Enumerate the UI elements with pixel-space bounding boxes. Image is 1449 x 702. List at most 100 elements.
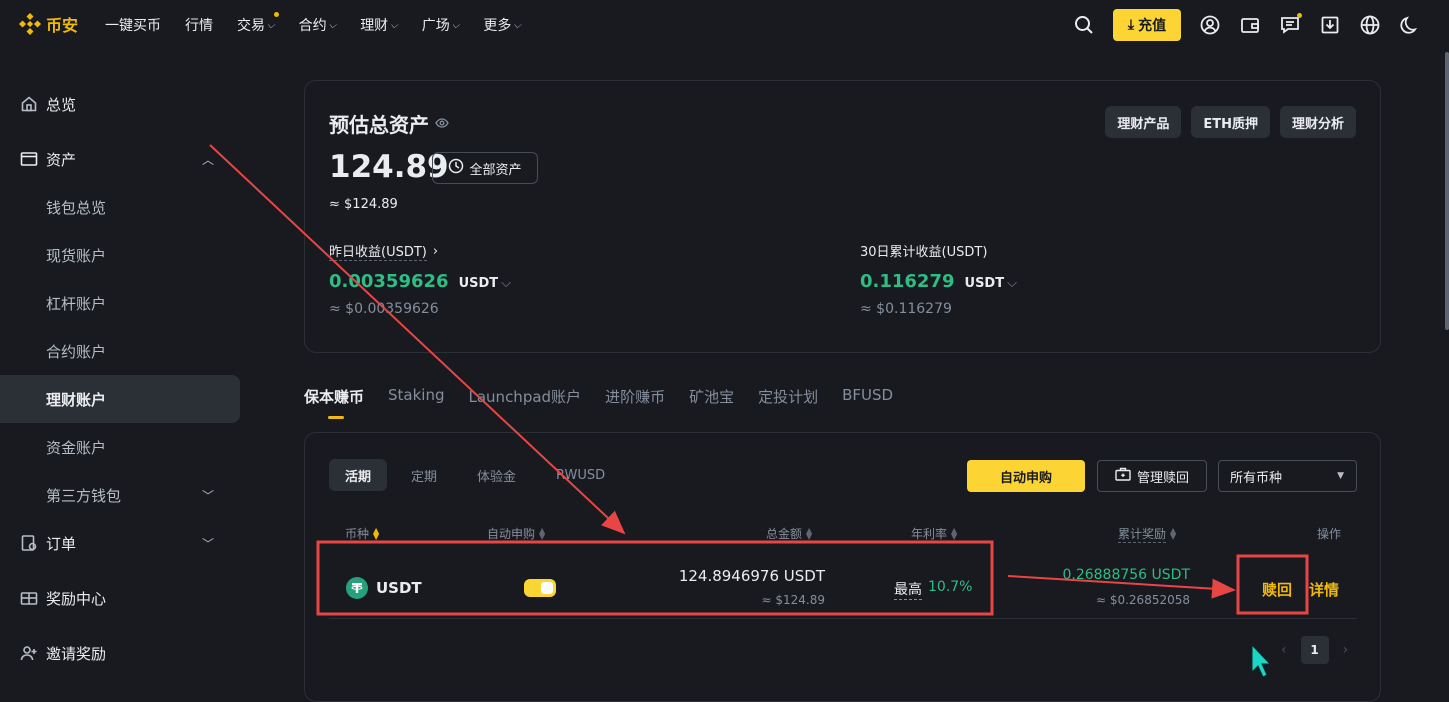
- title-text: 预估总资产: [329, 113, 429, 137]
- wallet-icon[interactable]: [1239, 14, 1261, 36]
- all-assets-button[interactable]: 全部资产: [432, 152, 538, 184]
- month-pnl: 0.116279 USDT ⌵: [860, 271, 1017, 292]
- download-icon[interactable]: [1319, 14, 1341, 36]
- tab-flexible[interactable]: 活期: [329, 459, 388, 491]
- home-icon: [20, 95, 38, 113]
- sidebar-item-margin[interactable]: 杠杆账户: [0, 279, 240, 327]
- apr-cell: 最高 10.7%: [894, 579, 972, 600]
- total-amount: 124.8946976 USDT: [678, 567, 825, 585]
- chevron-down-icon: ⌵: [513, 19, 521, 31]
- col-header-coin[interactable]: 币种 ▲ ▼: [345, 525, 379, 542]
- sidebar-item-label: 总览: [46, 95, 77, 114]
- nav-item-more[interactable]: 更多 ⌵: [483, 15, 521, 35]
- chevron-down-icon: ⌵: [328, 19, 337, 31]
- col-header-apr[interactable]: 年利率 ▲ ▼: [911, 525, 957, 542]
- download-arrow-icon: ⤓: [1127, 17, 1135, 33]
- details-button[interactable]: 详情: [1309, 579, 1339, 600]
- col-header-auto[interactable]: 自动申购 ▲ ▼: [487, 525, 545, 542]
- redeem-button[interactable]: 赎回: [1262, 579, 1292, 600]
- auto-subscribe-toggle[interactable]: [524, 579, 556, 597]
- pie-chart-icon: [448, 158, 464, 178]
- auto-subscribe-button[interactable]: 自动申购: [967, 460, 1085, 492]
- button-label: 管理赎回: [1136, 470, 1189, 486]
- sidebar-item-label: 理财账户: [46, 390, 107, 409]
- col-header-total[interactable]: 总金额 ▲ ▼: [766, 525, 812, 542]
- unit-selector[interactable]: USDT ⌵: [965, 276, 1017, 291]
- col-header-rewards[interactable]: 累计奖励 ▲ ▼: [1118, 525, 1176, 543]
- deposit-button[interactable]: ⤓ 充值: [1113, 9, 1181, 41]
- top-bar: 币安 一键买币 行情 交易 ⌵ 合约 ⌵ 理财 ⌵ 广场 ⌵ 更多 ⌵ ⤓ 充值: [0, 0, 1449, 50]
- nav-item-futures[interactable]: 合约 ⌵: [299, 15, 337, 35]
- sidebar-item-label: 钱包总览: [46, 198, 107, 217]
- sidebar-item-orders[interactable]: 订单 ﹀: [0, 519, 240, 567]
- tab-trial-fund[interactable]: 体验金: [461, 459, 532, 491]
- tab-auto-invest[interactable]: 定投计划: [758, 386, 818, 419]
- tab-bfusd[interactable]: BFUSD: [842, 386, 893, 419]
- earn-products-button[interactable]: 理财产品: [1105, 106, 1182, 138]
- next-page-icon[interactable]: ›: [1343, 642, 1349, 658]
- brand-logo[interactable]: 币安: [18, 12, 78, 36]
- user-icon[interactable]: [1199, 14, 1221, 36]
- yesterday-pnl: 0.00359626 USDT ⌵: [329, 271, 511, 292]
- sidebar-item-earn[interactable]: 理财账户: [0, 375, 240, 423]
- sort-icon: ▲ ▼: [806, 525, 813, 541]
- eye-icon[interactable]: [435, 117, 449, 131]
- message-icon[interactable]: [1279, 13, 1302, 36]
- page-number[interactable]: 1: [1300, 636, 1329, 664]
- tab-advanced-earn[interactable]: 进阶赚币: [605, 386, 665, 419]
- search-icon[interactable]: [1073, 14, 1095, 36]
- nav-item-square[interactable]: 广场 ⌵: [422, 15, 460, 35]
- table-row: USDT 124.8946976 USDT ≈ $124.89 最高 10.7%…: [329, 551, 1357, 619]
- main-nav: 一键买币 行情 交易 ⌵ 合约 ⌵ 理财 ⌵ 广场 ⌵ 更多 ⌵: [105, 12, 521, 35]
- month-pnl-value: 0.116279: [860, 271, 955, 292]
- chevron-down-icon: ⌵: [501, 276, 511, 291]
- cumulative-rewards-usd: ≈ $0.26852058: [1095, 593, 1190, 607]
- new-dot: [273, 12, 279, 17]
- sidebar-item-label: 杠杆账户: [46, 294, 107, 313]
- sort-icon: ▲ ▼: [1170, 526, 1177, 541]
- tab-launchpad[interactable]: Launchpad账户: [469, 386, 582, 419]
- eth-staking-button[interactable]: ETH质押: [1191, 106, 1270, 138]
- sidebar-item-label: 订单: [46, 534, 77, 553]
- manage-redeem-button[interactable]: 管理赎回: [1097, 460, 1207, 492]
- sidebar-item-assets[interactable]: 资产 ︿: [0, 135, 240, 183]
- sidebar-item-referral[interactable]: 邀请奖励: [0, 629, 240, 677]
- unit-selector[interactable]: USDT ⌵: [459, 276, 511, 291]
- sidebar-item-spot[interactable]: 现货账户: [0, 231, 240, 279]
- globe-icon[interactable]: [1359, 14, 1381, 36]
- tab-staking[interactable]: Staking: [388, 386, 444, 419]
- prev-page-icon[interactable]: ‹: [1281, 642, 1287, 658]
- earn-analysis-button[interactable]: 理财分析: [1279, 106, 1356, 138]
- estimated-total-title: 预估总资产: [329, 109, 449, 138]
- nav-item-buy-crypto[interactable]: 一键买币: [105, 15, 161, 35]
- tab-simple-earn[interactable]: 保本赚币: [304, 386, 364, 419]
- usdt-token-icon: [346, 577, 368, 599]
- tab-rwusd[interactable]: RWUSD: [540, 459, 621, 491]
- sidebar-item-wallet-overview[interactable]: 钱包总览: [0, 183, 240, 231]
- nav-item-earn[interactable]: 理财 ⌵: [360, 15, 398, 35]
- binance-logo-icon: [18, 12, 42, 36]
- sidebar-item-futures[interactable]: 合约账户: [0, 327, 240, 375]
- tab-pool[interactable]: 矿池宝: [689, 386, 734, 419]
- caret-down-icon: ▼: [1337, 471, 1344, 481]
- chevron-down-icon: ⌵: [1007, 276, 1017, 291]
- apr-label[interactable]: 最高: [894, 579, 922, 600]
- header-text: 年利率: [911, 527, 948, 541]
- summary-actions: 理财产品 ETH质押 理财分析: [1105, 106, 1356, 138]
- sidebar-item-overview[interactable]: 总览: [0, 80, 240, 128]
- chevron-up-icon: ︿: [201, 152, 214, 167]
- sidebar-item-funding[interactable]: 资金账户: [0, 423, 240, 471]
- nav-item-markets[interactable]: 行情: [185, 15, 213, 35]
- sidebar-item-third-party-wallet[interactable]: 第三方钱包 ﹀: [0, 471, 240, 519]
- apr-value: 10.7%: [928, 579, 973, 595]
- product-tabs: 保本赚币 Staking Launchpad账户 进阶赚币 矿池宝 定投计划 B…: [304, 386, 893, 419]
- page-scrollbar[interactable]: [1445, 52, 1449, 330]
- chevron-down-icon: ⌵: [267, 19, 275, 31]
- nav-item-trade[interactable]: 交易 ⌵: [237, 12, 279, 35]
- coin-filter-select[interactable]: 所有币种 ▼: [1218, 460, 1357, 492]
- yesterday-pnl-label[interactable]: 昨日收益(USDT) ›: [329, 241, 438, 261]
- sort-icon: ▲ ▼: [539, 525, 546, 541]
- sidebar-item-rewards[interactable]: 奖励中心: [0, 574, 240, 622]
- tab-locked[interactable]: 定期: [395, 459, 453, 491]
- moon-icon[interactable]: [1399, 14, 1421, 36]
